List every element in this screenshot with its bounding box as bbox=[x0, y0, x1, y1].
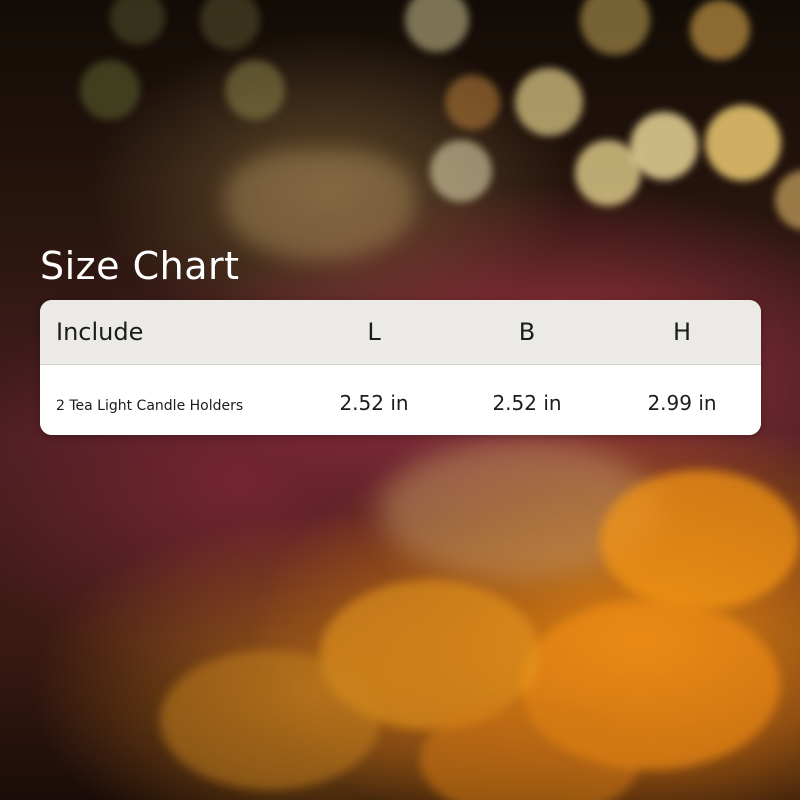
marigold-blur bbox=[160, 650, 380, 790]
size-chart-table: Include L B H 2 Tea Light Candle Holders… bbox=[40, 300, 761, 435]
cell-include: 2 Tea Light Candle Holders bbox=[56, 398, 244, 414]
header-include: Include bbox=[56, 318, 144, 346]
bokeh-light bbox=[430, 140, 492, 202]
table-row: 2 Tea Light Candle Holders 2.52 in 2.52 … bbox=[40, 365, 761, 435]
cell-height: 2.99 in bbox=[647, 391, 717, 415]
header-breadth: B bbox=[518, 318, 536, 346]
bokeh-light bbox=[200, 0, 260, 50]
table-header-row: Include L B H bbox=[40, 300, 761, 365]
bokeh-light bbox=[515, 68, 583, 136]
bokeh-light bbox=[405, 0, 469, 52]
bokeh-light bbox=[775, 170, 800, 230]
cell-length: 2.52 in bbox=[339, 391, 409, 415]
bokeh-light bbox=[445, 75, 500, 130]
bokeh-light bbox=[110, 0, 165, 45]
bokeh-light bbox=[705, 105, 781, 181]
bokeh-light bbox=[580, 0, 650, 55]
bokeh-light bbox=[225, 60, 285, 120]
page-title: Size Chart bbox=[40, 244, 240, 288]
header-height: H bbox=[672, 318, 692, 346]
header-length: L bbox=[367, 318, 381, 346]
bokeh-light bbox=[690, 0, 750, 60]
cell-breadth: 2.52 in bbox=[492, 391, 562, 415]
bokeh-light bbox=[80, 60, 140, 120]
bokeh-light bbox=[630, 112, 698, 180]
marigold-blur bbox=[600, 470, 800, 610]
candle-holder-blur bbox=[225, 150, 415, 260]
